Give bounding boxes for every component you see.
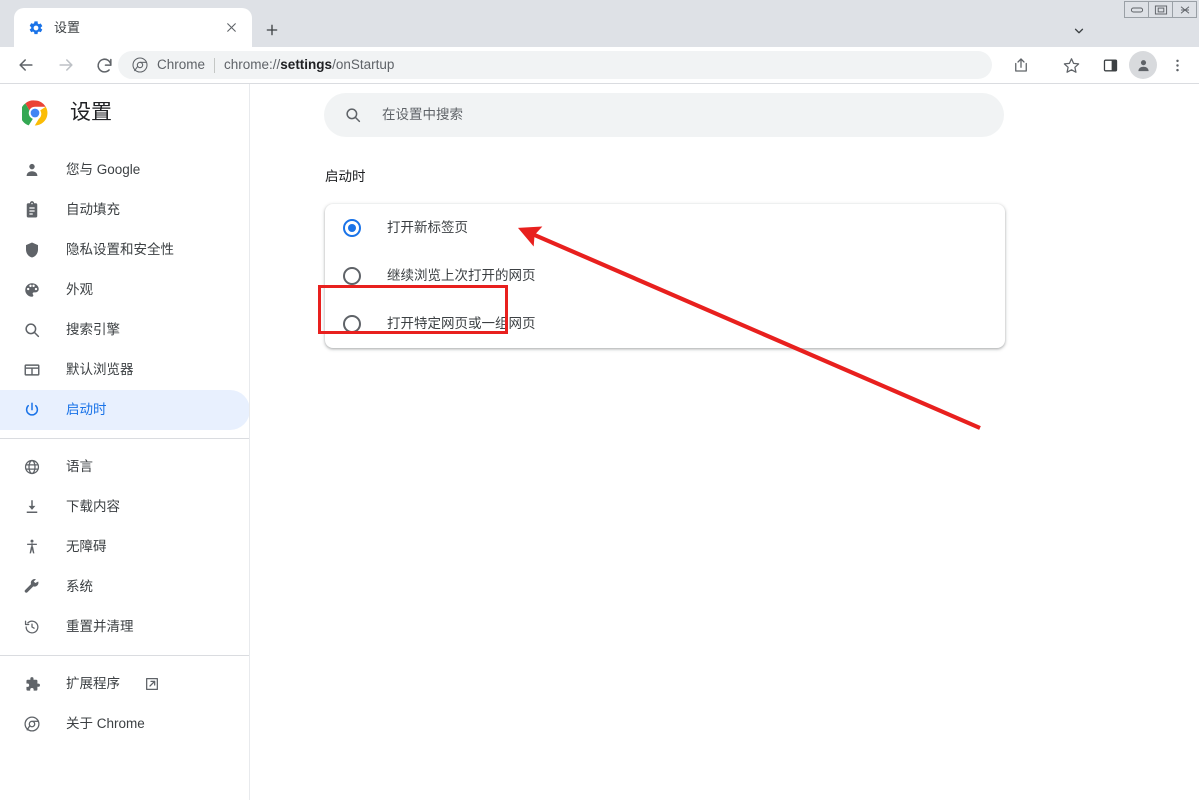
sidebar-item-label: 搜索引擎 — [66, 320, 120, 340]
sidebar-item-label: 系统 — [66, 577, 93, 597]
sidebar-item-label: 下载内容 — [66, 497, 120, 517]
sidebar-item-label: 语言 — [66, 457, 93, 477]
download-icon — [22, 497, 42, 517]
wrench-icon — [22, 577, 42, 597]
search-input[interactable]: 在设置中搜索 — [324, 93, 1004, 137]
url-prefix: chrome:// — [224, 57, 280, 72]
tab-title: 设置 — [54, 20, 220, 36]
new-tab-button[interactable] — [258, 16, 286, 44]
page-title: 设置 — [70, 100, 112, 126]
sidebar-item-appearance[interactable]: 外观 — [0, 270, 250, 310]
sidebar-item-privacy-security[interactable]: 隐私设置和安全性 — [0, 230, 250, 270]
sidebar-item-downloads[interactable]: 下载内容 — [0, 487, 250, 527]
settings-brand: 设置 — [22, 100, 112, 126]
puzzle-icon — [22, 674, 42, 694]
sidebar-item-autofill[interactable]: 自动填充 — [0, 190, 250, 230]
forward-button[interactable] — [52, 51, 80, 79]
sidebar-item-label: 外观 — [66, 280, 93, 300]
address-bar[interactable]: Chrome chrome://settings/onStartup — [118, 51, 992, 79]
restore-button[interactable] — [1148, 1, 1173, 18]
startup-option-specific-pages[interactable]: 打开特定网页或一组网页 — [325, 300, 1005, 348]
sidebar-item-label: 重置并清理 — [66, 617, 134, 637]
sidebar-divider — [0, 655, 250, 656]
window-controls — [1125, 1, 1197, 18]
sidebar-divider — [0, 438, 250, 439]
gear-icon — [28, 20, 44, 36]
shield-icon — [22, 240, 42, 260]
sidebar-item-label: 关于 Chrome — [66, 714, 145, 734]
sidebar-item-you-and-google[interactable]: 您与 Google — [0, 150, 250, 190]
close-button[interactable] — [1172, 1, 1197, 18]
startup-option-new-tab[interactable]: 打开新标签页 — [325, 204, 1005, 252]
sidebar-item-languages[interactable]: 语言 — [0, 447, 250, 487]
chevron-down-icon[interactable] — [1065, 17, 1093, 45]
omnibox-url: chrome://settings/onStartup — [224, 57, 394, 73]
autofill-icon — [22, 200, 42, 220]
radio-button[interactable] — [343, 315, 361, 333]
tab-close-icon[interactable] — [220, 17, 242, 39]
palette-icon — [22, 280, 42, 300]
share-icon[interactable] — [1007, 51, 1035, 79]
sidebar-item-about-chrome[interactable]: 关于 Chrome — [0, 704, 250, 744]
minimize-button[interactable] — [1124, 1, 1149, 18]
browser-icon — [22, 360, 42, 380]
search-placeholder: 在设置中搜索 — [382, 106, 463, 124]
radio-button[interactable] — [343, 267, 361, 285]
sidebar-item-reset-cleanup[interactable]: 重置并清理 — [0, 607, 250, 647]
section-title-on-startup: 启动时 — [325, 168, 366, 186]
star-icon[interactable] — [1057, 51, 1085, 79]
sidebar-item-search-engine[interactable]: 搜索引擎 — [0, 310, 250, 350]
startup-option-label: 打开特定网页或一组网页 — [387, 315, 536, 333]
back-button[interactable] — [12, 51, 40, 79]
sidebar-item-default-browser[interactable]: 默认浏览器 — [0, 350, 250, 390]
search-icon — [344, 106, 362, 124]
startup-option-continue-where-left-off[interactable]: 继续浏览上次打开的网页 — [325, 252, 1005, 300]
sidebar-item-label: 自动填充 — [66, 200, 120, 220]
settings-sidebar: 设置 您与 Google — [0, 84, 250, 800]
accessibility-icon — [22, 537, 42, 557]
sidebar-item-on-startup[interactable]: 启动时 — [0, 390, 250, 430]
settings-main: 在设置中搜索 启动时 打开新标签页 继续浏览上次打开的网页 打开特定网页或一组网… — [250, 84, 1199, 800]
startup-options-card: 打开新标签页 继续浏览上次打开的网页 打开特定网页或一组网页 — [325, 204, 1005, 348]
radio-button[interactable] — [343, 219, 361, 237]
sidebar-item-label: 默认浏览器 — [66, 360, 134, 380]
sidebar-item-label: 扩展程序 — [66, 674, 120, 694]
sidebar-item-label: 启动时 — [66, 400, 107, 420]
avatar[interactable] — [1129, 51, 1157, 79]
sidebar-item-label: 隐私设置和安全性 — [66, 240, 174, 260]
person-icon — [22, 160, 42, 180]
reload-button[interactable] — [90, 51, 118, 79]
url-suffix: /onStartup — [332, 57, 394, 72]
side-panel-icon[interactable] — [1096, 51, 1124, 79]
settings-page: 设置 您与 Google — [0, 84, 1199, 800]
three-dot-menu-icon[interactable] — [1163, 51, 1191, 79]
omnibox-separator — [214, 58, 215, 73]
sidebar-nav: 您与 Google 自动填充 隐 — [0, 150, 250, 744]
history-restore-icon — [22, 617, 42, 637]
chrome-logo-icon — [22, 100, 48, 126]
omnibox-chip-label: Chrome — [157, 57, 205, 73]
tab-settings[interactable]: 设置 — [14, 8, 252, 47]
external-link-icon — [144, 676, 160, 692]
globe-icon — [22, 457, 42, 477]
search-icon — [22, 320, 42, 340]
chrome-logo-outline-icon — [22, 714, 42, 734]
startup-option-label: 继续浏览上次打开的网页 — [387, 267, 536, 285]
sidebar-item-extensions[interactable]: 扩展程序 — [0, 664, 250, 704]
startup-option-label: 打开新标签页 — [387, 219, 468, 237]
sidebar-item-system[interactable]: 系统 — [0, 567, 250, 607]
tab-strip: 设置 — [0, 0, 1199, 47]
chrome-logo-icon — [132, 57, 148, 73]
power-icon — [22, 400, 42, 420]
url-bold: settings — [280, 57, 332, 72]
sidebar-item-label: 无障碍 — [66, 537, 107, 557]
browser-window: 设置 — [0, 0, 1199, 800]
sidebar-item-accessibility[interactable]: 无障碍 — [0, 527, 250, 567]
sidebar-item-label: 您与 Google — [66, 160, 140, 180]
